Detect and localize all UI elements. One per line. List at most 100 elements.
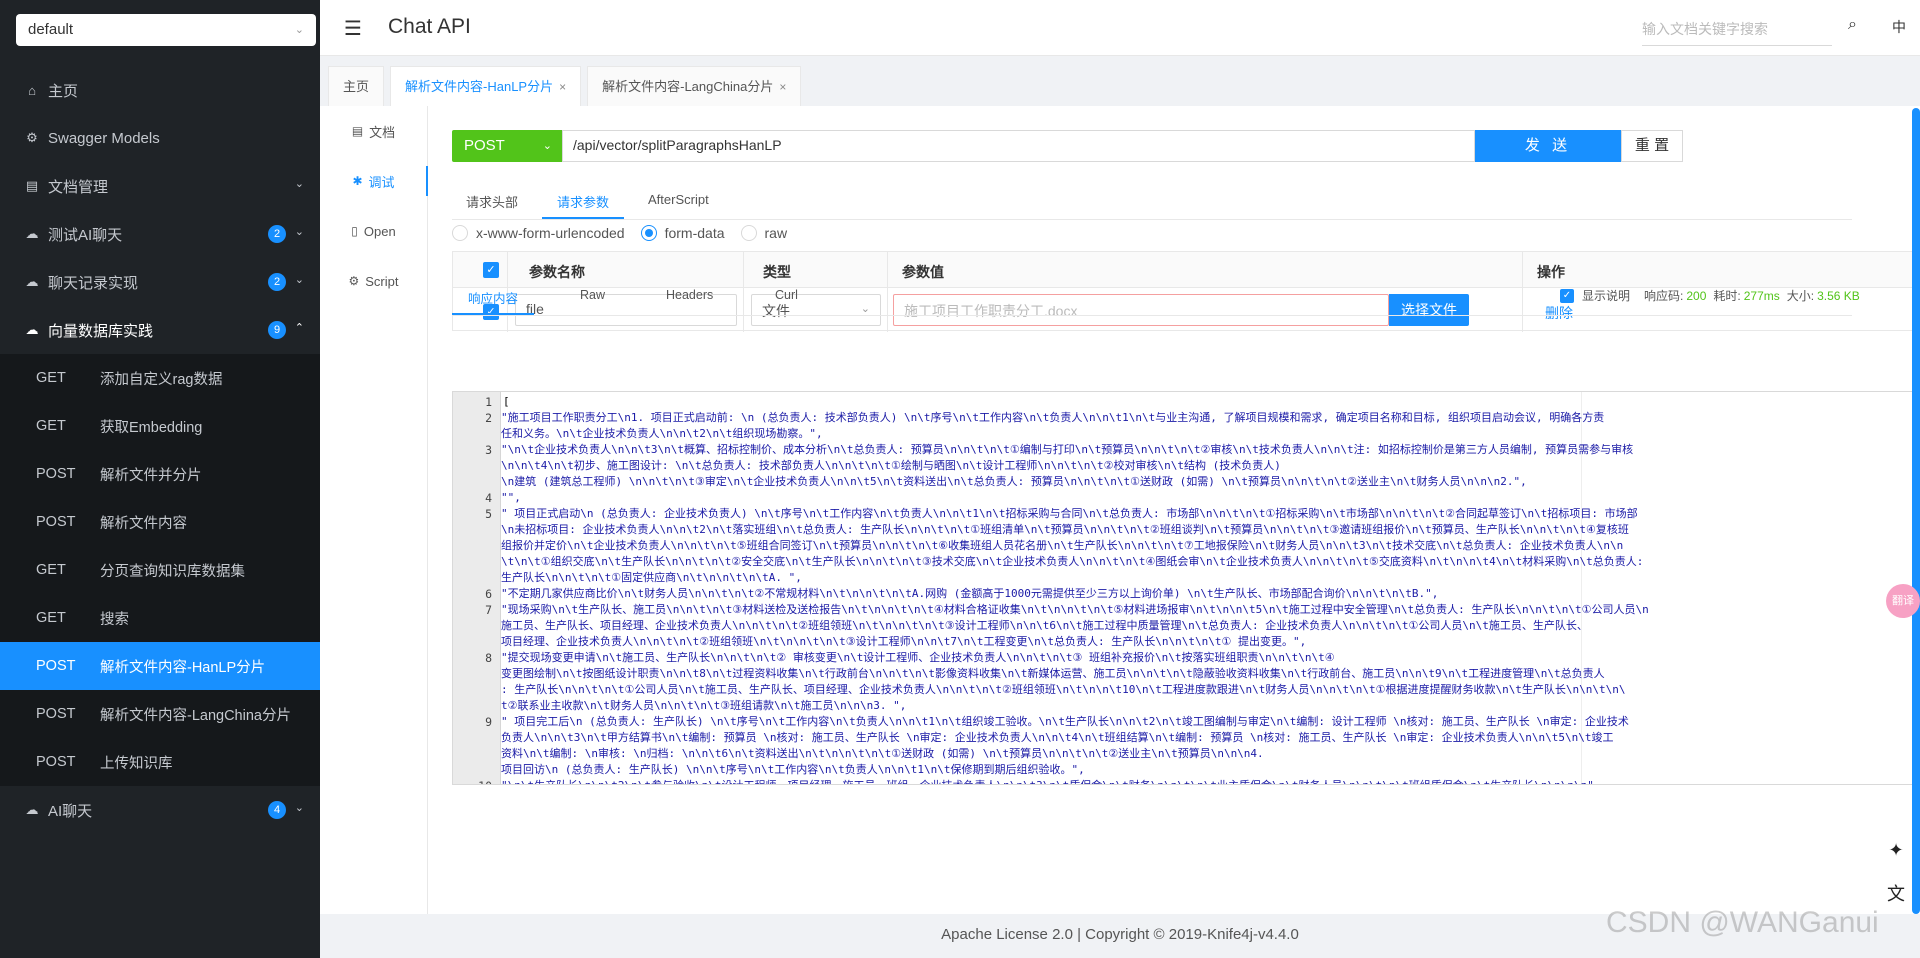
api-item[interactable]: POST 解析文件并分片 xyxy=(0,450,320,498)
select-all-checkbox[interactable]: ✓ xyxy=(483,262,499,278)
tab-response-curl[interactable]: Curl xyxy=(775,288,798,302)
sidebar-item-swagger-models[interactable]: ⚙ Swagger Models xyxy=(0,114,320,162)
sidebar-item-test-ai-chat[interactable]: ☁ 测试AI聊天 2 ⌄ xyxy=(0,210,320,258)
sidebar-menu: ⌂ 主页 ⚙ Swagger Models ▤ 文档管理 ⌄ ☁ 测试AI聊天 2 ⌄ ☁ 聊天… xyxy=(0,66,320,834)
sidebar-item-label: 聊天记录实现 xyxy=(48,274,139,292)
code-line: 负责人\n\n\t3\n\t甲方结算书\n\t编制: 预算员 \n核对: 施工员… xyxy=(501,731,1614,744)
radio-urlencoded[interactable]: x-www-form-urlencoded xyxy=(452,225,625,241)
params-table-header xyxy=(453,252,1920,288)
vnav-label: 调试 xyxy=(368,174,395,190)
api-item[interactable]: GET 分页查询知识库数据集 xyxy=(0,546,320,594)
vnav-label: Script xyxy=(365,273,399,289)
api-item-active[interactable]: POST 解析文件内容-HanLP分片 xyxy=(0,642,320,690)
code-line: 组报价并定价\n\t企业技术负责人\n\n\t\n\t⑤班组合同签订\n\t预算… xyxy=(501,539,1624,552)
api-item[interactable]: GET 添加自定义rag数据 xyxy=(0,354,320,402)
bug-icon: ✱ xyxy=(352,174,363,188)
http-method: POST xyxy=(36,754,76,770)
api-item[interactable]: POST 上传知识库 xyxy=(0,738,320,786)
code-line: "施工项目工作职责分工\n1. 项目正式启动前: \n (总负责人: 技术部负责… xyxy=(501,411,1605,424)
url-input[interactable]: /api/vector/splitParagraphsHanLP xyxy=(562,130,1475,162)
request-subtabs: 请求头部 请求参数 AfterScript xyxy=(452,182,1852,220)
reset-button[interactable]: 重 置 xyxy=(1621,130,1683,162)
radio-circle-checked xyxy=(640,225,657,241)
divider xyxy=(452,315,1852,316)
chevron-up-icon: ⌃ xyxy=(294,322,304,334)
code-line: 项目回访\n (总负责人: 生产队长) \n\n\t序号\n\t工作内容\n\t… xyxy=(501,763,1085,776)
sidebar-item-vector-db[interactable]: ☁ 向量数据库实践 9 ⌃ xyxy=(0,306,320,354)
api-item[interactable]: POST 解析文件内容-LangChina分片 xyxy=(0,690,320,738)
gear-icon: ⚙ xyxy=(348,274,360,288)
tab-request-params[interactable]: 请求参数 xyxy=(557,192,609,211)
line-number: 10 xyxy=(478,779,492,784)
group-select[interactable]: default ⌄ xyxy=(16,14,316,46)
code-line: \n\n\t4\n\t初步、施工图设计: \n\t总负责人: 技术部负责人\n\… xyxy=(501,459,1281,472)
tab-request-headers[interactable]: 请求头部 xyxy=(466,192,518,211)
api-item[interactable]: GET 搜索 xyxy=(0,594,320,642)
search-icon[interactable]: ⌕ xyxy=(1848,16,1857,34)
tab-home[interactable]: 主页 xyxy=(328,66,385,106)
chevron-down-icon: ⌄ xyxy=(542,140,552,152)
code-line: 变更图绘制\n\t按图纸设计职责\n\n\t8\n\t过程资料收集\n\t行政前… xyxy=(501,667,1605,680)
code-line: [ xyxy=(503,395,510,408)
http-method: POST xyxy=(36,514,76,530)
api-item[interactable]: GET 获取Embedding xyxy=(0,402,320,450)
tab-response-content[interactable]: 响应内容 xyxy=(468,288,518,307)
vnav-label: 文档 xyxy=(369,124,396,140)
scrollbar[interactable] xyxy=(1912,108,1920,914)
sidebar-item-doc-manage[interactable]: ▤ 文档管理 ⌄ xyxy=(0,162,320,210)
count-badge: 2 xyxy=(268,273,286,291)
sidebar-item-ai-chat[interactable]: ☁ AI聊天 4 ⌄ xyxy=(0,786,320,834)
radio-raw[interactable]: raw xyxy=(740,225,788,241)
sidebar-item-label: Swagger Models xyxy=(48,129,160,147)
response-editor[interactable]: 1234567891011 [ "施工项目工作职责分工\n1. 项目正式启动前:… xyxy=(452,391,1920,785)
radio-form-data[interactable]: form-data xyxy=(640,225,725,241)
tab-underline xyxy=(542,217,624,219)
close-icon[interactable]: × xyxy=(779,80,786,94)
tab-hanlp[interactable]: 解析文件内容-HanLP分片 × xyxy=(390,66,582,106)
menu-fold-icon[interactable]: ☰ xyxy=(344,16,362,41)
vertical-nav: ▤ 文档 ✱ 调试 ▯ Open ⚙ Script xyxy=(320,106,428,914)
language-switch[interactable]: 中 xyxy=(1892,17,1906,37)
translate-badge[interactable]: 翻译 xyxy=(1886,584,1920,618)
tab-afterscript[interactable]: AfterScript xyxy=(648,192,709,207)
delete-link[interactable]: 删除 xyxy=(1545,303,1573,323)
response-size: 3.56 KB xyxy=(1817,288,1860,303)
col-divider xyxy=(887,252,888,332)
http-method: GET xyxy=(36,370,66,386)
col-divider xyxy=(743,252,744,332)
vnav-doc[interactable]: ▤ 文档 xyxy=(320,106,427,156)
close-icon[interactable]: × xyxy=(559,80,566,94)
file-value-input[interactable]: 施工项目工作职责分工.docx xyxy=(893,294,1389,326)
code-line: \n建筑 (建筑总工程师) \n\n\t\n\t③审定\n\t企业技术负责人\n… xyxy=(501,475,1527,488)
param-type-select[interactable]: 文件 ⌄ xyxy=(751,294,881,326)
line-number: 1 xyxy=(485,395,492,409)
radio-label: raw xyxy=(764,225,788,241)
translate-icon[interactable]: 文 xyxy=(1886,880,1906,906)
file-icon: ▯ xyxy=(351,224,358,238)
request-bar: POST ⌄ /api/vector/splitParagraphsHanLP 发… xyxy=(452,130,1683,162)
http-method: POST xyxy=(36,706,76,722)
show-desc-checkbox[interactable]: ✓ xyxy=(1560,288,1574,303)
vnav-debug[interactable]: ✱ 调试 xyxy=(320,156,428,206)
param-type-value: 文件 xyxy=(762,303,790,319)
tab-response-headers[interactable]: Headers xyxy=(666,288,713,302)
code-line: "提交现场变更申请\n\t施工员、生产队长\n\n\t\n\t② 审核变更\n\… xyxy=(501,651,1335,664)
vnav-open[interactable]: ▯ Open xyxy=(320,206,427,256)
ai-sparkle-icon[interactable]: ✦ xyxy=(1886,840,1906,861)
line-number: 8 xyxy=(485,651,492,665)
send-button[interactable]: 发 送 xyxy=(1475,130,1621,162)
submenu-vector-db: GET 添加自定义rag数据 GET 获取Embedding POST 解析文件并分片… xyxy=(0,354,320,786)
method-select[interactable]: POST ⌄ xyxy=(452,130,562,162)
tab-langchina[interactable]: 解析文件内容-LangChina分片 × xyxy=(587,66,802,106)
body-type-radios: x-www-form-urlencoded form-data raw xyxy=(452,222,803,244)
sidebar-item-chat-history[interactable]: ☁ 聊天记录实现 2 ⌄ xyxy=(0,258,320,306)
count-badge: 2 xyxy=(268,225,286,243)
api-item[interactable]: POST 解析文件内容 xyxy=(0,498,320,546)
response-meta: ✓ 显示说明 响应码: 200 耗时: 277ms 大小: 3.56 KB xyxy=(1560,287,1863,304)
tab-response-raw[interactable]: Raw xyxy=(580,288,605,302)
doc-search-input[interactable]: 输入文档关键字搜索 xyxy=(1642,14,1832,46)
sidebar-item-home[interactable]: ⌂ 主页 xyxy=(0,66,320,114)
vnav-script[interactable]: ⚙ Script xyxy=(320,256,427,306)
choose-file-button[interactable]: 选择文件 xyxy=(1389,294,1469,326)
http-method: POST xyxy=(36,658,76,674)
